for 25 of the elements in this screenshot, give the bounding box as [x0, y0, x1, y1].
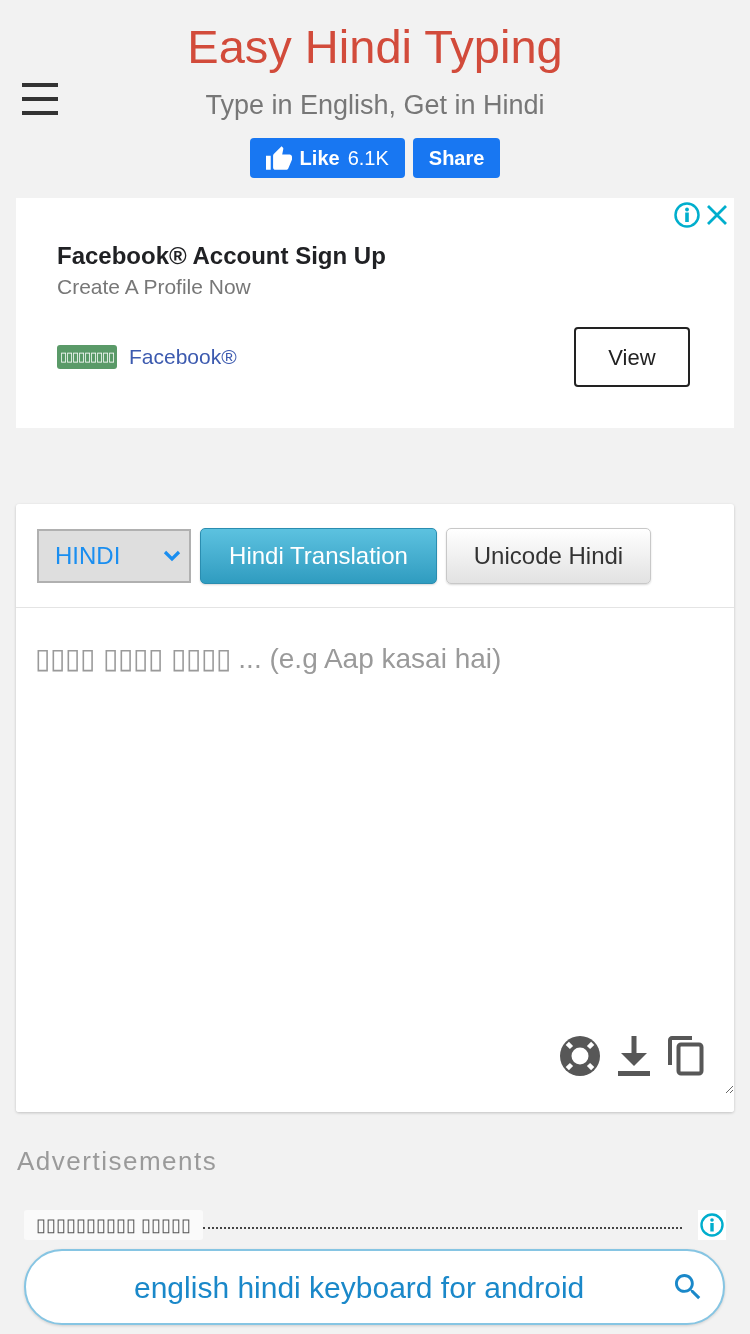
ad-badge: ▯▯▯▯▯▯▯▯▯ — [57, 345, 117, 369]
info-icon[interactable] — [674, 202, 700, 228]
site-subtitle: Type in English, Get in Hindi — [204, 89, 546, 122]
mode-button[interactable]: Hindi Translation — [200, 528, 437, 584]
menu-icon[interactable] — [22, 81, 58, 116]
copy-icon[interactable] — [668, 1036, 704, 1076]
ad-title[interactable]: Facebook® Account Sign Up — [57, 242, 690, 270]
mode-button[interactable]: Unicode Hindi — [446, 528, 651, 584]
search-icon — [675, 1274, 701, 1300]
info-icon[interactable] — [698, 1210, 726, 1240]
download-icon[interactable] — [618, 1036, 650, 1076]
advertisements-heading: Advertisements — [17, 1146, 218, 1176]
chevron-down-icon — [163, 550, 181, 562]
related-search-button[interactable]: english hindi keyboard for android — [24, 1249, 725, 1325]
thumbs-up-icon — [265, 146, 292, 170]
related-searches-label: ▯▯▯▯▯▯▯▯▯▯ ▯▯▯▯▯ — [24, 1210, 203, 1240]
ad-description: Create A Profile Now — [57, 274, 252, 300]
close-icon[interactable] — [706, 204, 728, 226]
language-select[interactable]: HINDI — [37, 529, 191, 583]
advertiser-link[interactable]: Facebook® — [129, 341, 237, 373]
like-button[interactable]: Like 6.1K — [249, 138, 405, 178]
lifebuoy-icon[interactable] — [560, 1036, 600, 1076]
site-title: Easy Hindi Typing — [187, 19, 563, 75]
view-button[interactable]: View — [574, 327, 690, 387]
share-button[interactable]: Share — [412, 138, 501, 178]
